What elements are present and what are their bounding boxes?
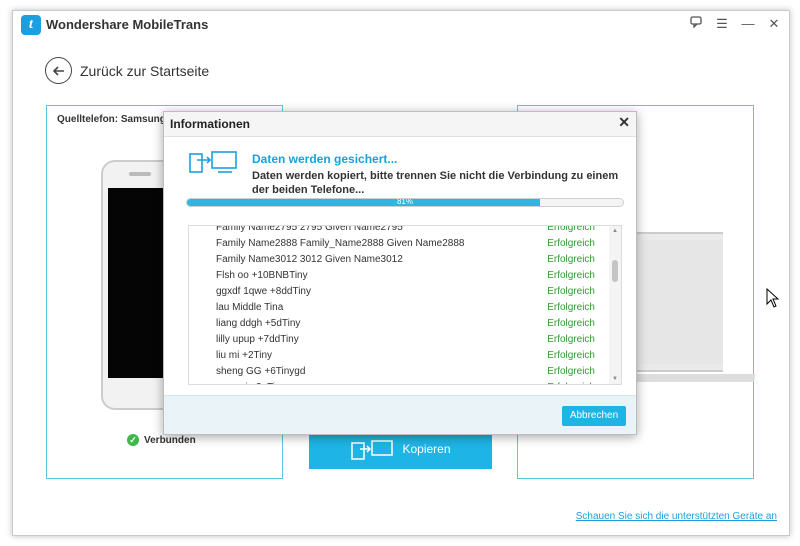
dialog-header: Informationen ✕ xyxy=(164,112,636,137)
log-row: liang ddgh +5dTiny Erfolgreich xyxy=(189,316,609,332)
progress-bar: 81% xyxy=(186,198,624,207)
status-message: Daten werden kopiert, bitte trennen Sie … xyxy=(252,170,619,196)
log-row: Flsh oo +10BNBTiny Erfolgreich xyxy=(189,268,609,284)
log-row: Family Name2888 Family_Name2888 Given Na… xyxy=(189,236,609,252)
log-row-status: Erfolgreich xyxy=(547,286,595,297)
log-row: Family Name2795 2795 Given Name2795 Erfol… xyxy=(189,225,609,236)
log-row-status: Erfolgreich xyxy=(547,318,595,329)
app-window: t Wondershare MobileTrans ☰ — ✕ Zurück z… xyxy=(12,10,790,536)
log-row-status: Erfolgreich xyxy=(547,350,595,361)
log-row-name: Family Name2888 Family_Name2888 Given Na… xyxy=(216,238,465,249)
log-row-status: Erfolgreich xyxy=(547,270,595,281)
log-row-name: sheng GG +6Tinygd xyxy=(216,366,306,377)
log-row-status: Erfolgreich xyxy=(547,238,595,249)
scroll-up-icon[interactable]: ▲ xyxy=(611,228,619,234)
log-row-name: Flsh oo +10BNBTiny xyxy=(216,270,308,281)
log-scrollbar[interactable]: ▲ ▼ xyxy=(609,226,621,384)
cancel-button[interactable]: Abbrechen xyxy=(562,406,626,426)
log-row: ggxdf 1qwe +8ddTiny Erfolgreich xyxy=(189,284,609,300)
log-row-status: Erfolgreich xyxy=(547,302,595,313)
scroll-thumb[interactable] xyxy=(612,260,618,282)
log-row: sheng GG +6Tinygd Erfolgreich xyxy=(189,364,609,380)
log-row-name: Family Name2795 2795 Given Name2795 xyxy=(216,225,403,233)
dialog-close-icon[interactable]: ✕ xyxy=(618,114,630,131)
log-row: Family Name3012 3012 Given Name3012 Erfol… xyxy=(189,252,609,268)
log-row: liu mi +2Tiny Erfolgreich xyxy=(189,348,609,364)
information-dialog: Informationen ✕ Daten werden gesichert..… xyxy=(163,111,637,435)
log-row-name: lilly upup +7ddTiny xyxy=(216,334,299,345)
log-row-name: Family Name3012 3012 Given Name3012 xyxy=(216,254,403,265)
mouse-cursor-icon xyxy=(766,288,780,308)
status-title: Daten werden gesichert... xyxy=(252,152,398,166)
dialog-footer: Abbrechen xyxy=(164,395,636,434)
progress-label: 81% xyxy=(396,198,413,206)
log-row-status: Erfolgreich xyxy=(547,334,595,345)
log-row-status: Erfolgreich xyxy=(547,225,595,233)
transfer-log: Family Name2795 2795 Given Name2795 Erfol… xyxy=(188,225,622,385)
log-row-name: liu mi +2Tiny xyxy=(216,350,273,361)
log-row-status: Erfolgreich xyxy=(547,380,595,384)
transfer-status-icon xyxy=(189,151,237,173)
log-row-name: liang ddgh +5dTiny xyxy=(216,318,301,329)
log-row-name: lau Middle Tina xyxy=(216,302,284,313)
log-row-name: ggxdf 1qwe +8ddTiny xyxy=(216,286,311,297)
log-row-status: Erfolgreich xyxy=(547,254,595,265)
log-row-name: sunny ja 3nTiny xyxy=(216,380,286,384)
scroll-down-icon[interactable]: ▼ xyxy=(611,376,619,382)
log-row: sunny ja 3nTiny Erfolgreich xyxy=(189,380,609,384)
log-row: lau Middle Tina Erfolgreich xyxy=(189,300,609,316)
log-rows: Family Name2795 2795 Given Name2795 Erfol… xyxy=(189,225,609,384)
log-row-status: Erfolgreich xyxy=(547,366,595,377)
log-row: lilly upup +7ddTiny Erfolgreich xyxy=(189,332,609,348)
dialog-title: Informationen xyxy=(170,117,250,131)
